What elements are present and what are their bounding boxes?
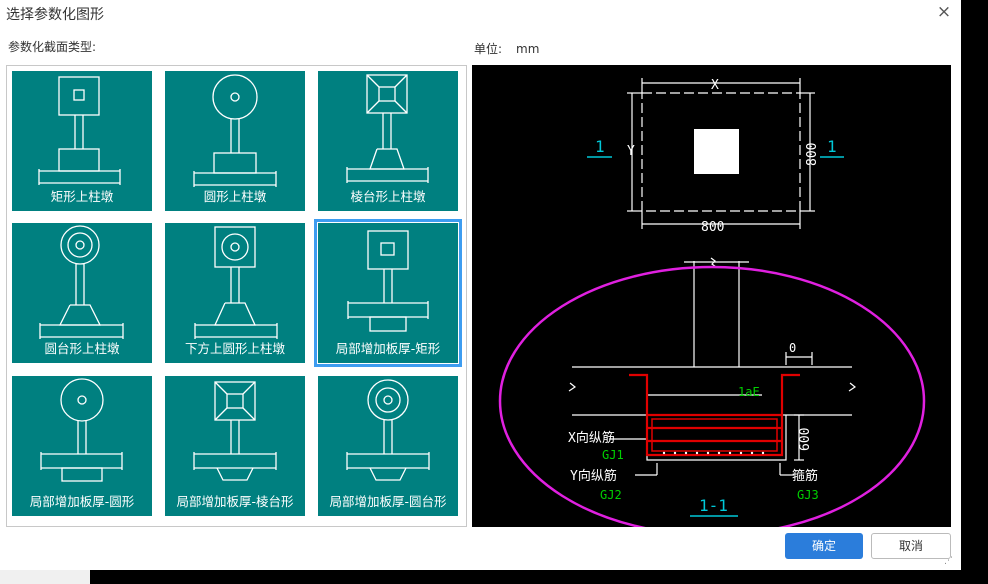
tile-caption: 局部增加板厚-棱台形 [176, 494, 294, 509]
stirrup-label: 箍筋 [792, 468, 818, 484]
unit-label: 单位: mm [474, 40, 539, 57]
tile-caption: 圆台形上柱墩 [44, 341, 120, 356]
tile-thicken-cone[interactable]: 局部增加板厚-圆台形 [318, 376, 458, 516]
section-mark-left: 1 [595, 137, 605, 156]
close-icon[interactable]: × [934, 2, 954, 22]
preview-panel: X Y 800 800 1 1 0 1aE 600 X向纵筋 GJ1 Y向纵筋 … [472, 65, 951, 537]
tile-thicken-frustum[interactable]: 局部增加板厚-棱台形 [165, 376, 305, 516]
tile-square-circle-pier[interactable]: 下方上圆形上柱墩 [165, 223, 305, 363]
dim-y-label: Y [627, 144, 635, 159]
y-rebar-code: GJ2 [600, 488, 622, 502]
tile-caption: 局部增加板厚-圆台形 [329, 494, 447, 509]
section-title: 1-1 [699, 496, 728, 515]
dim-offset-label: 0 [789, 341, 796, 355]
dialog-window: 选择参数化图形 × 参数化截面类型: 单位: mm 矩形上柱墩 圆形上柱墩 棱台… [0, 0, 961, 570]
y-rebar-label: Y向纵筋 [570, 468, 617, 484]
ok-button[interactable]: 确定 [785, 533, 863, 559]
background-strip [0, 570, 90, 584]
unit-label-text: 单位: [474, 42, 503, 56]
tile-thicken-rect[interactable]: 局部增加板厚-矩形 [314, 219, 462, 367]
tile-caption: 局部增加板厚-圆形 [29, 494, 135, 509]
tile-rect-pier[interactable]: 矩形上柱墩 [12, 71, 152, 211]
tile-thicken-circle[interactable]: 局部增加板厚-圆形 [12, 376, 152, 516]
unit-value: mm [516, 42, 540, 56]
tile-caption: 下方上圆形上柱墩 [184, 341, 285, 356]
tile-caption: 圆形上柱墩 [203, 189, 267, 204]
tile-caption: 矩形上柱墩 [50, 189, 114, 204]
tile-circle-pier[interactable]: 圆形上柱墩 [165, 71, 305, 211]
preview-drawing: X Y 800 800 1 1 0 1aE 600 X向纵筋 GJ1 Y向纵筋 … [498, 78, 926, 537]
dim-thickness-label: 600 [798, 428, 813, 451]
highlight-ellipse [498, 265, 926, 537]
dim-right-label: 800 [805, 143, 820, 166]
section-mark-right: 1 [827, 137, 837, 156]
shape-grid: 矩形上柱墩 圆形上柱墩 棱台形上柱墩 圆台形上柱墩 下方上圆形上柱墩 局部增加板… [6, 65, 467, 527]
tile-caption: 棱台形上柱墩 [350, 189, 426, 204]
resize-grip-icon[interactable]: ⋰ [944, 556, 958, 568]
tile-caption: 局部增加板厚-矩形 [335, 341, 441, 356]
dialog-title: 选择参数化图形 [6, 7, 104, 23]
column-section [694, 129, 739, 174]
dim-x-label: X [711, 78, 719, 93]
stirrup-code: GJ3 [797, 488, 819, 502]
dim-bottom-label: 800 [701, 220, 724, 235]
lae-label: 1aE [738, 385, 760, 399]
cancel-button[interactable]: 取消 [871, 533, 951, 559]
x-rebar-code: GJ1 [602, 448, 624, 462]
section-type-label: 参数化截面类型: [8, 40, 97, 54]
x-rebar-label: X向纵筋 [568, 430, 615, 446]
tile-cone-pier[interactable]: 圆台形上柱墩 [12, 223, 152, 363]
tile-frustum-pier[interactable]: 棱台形上柱墩 [318, 71, 458, 211]
